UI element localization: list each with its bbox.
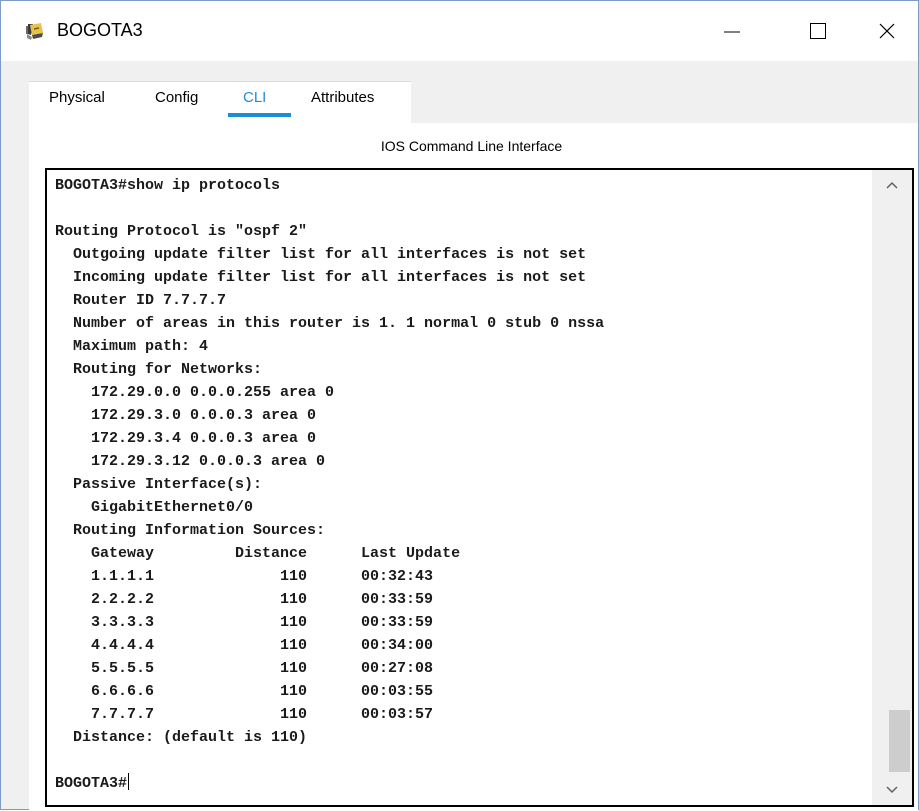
close-button[interactable] [856, 1, 918, 61]
cli-heading: IOS Command Line Interface [380, 138, 563, 154]
cli-terminal[interactable]: BOGOTA3#show ip protocols Routing Protoc… [45, 168, 914, 807]
minimize-button[interactable] [701, 1, 763, 61]
scroll-down-button[interactable] [872, 775, 912, 805]
cli-output[interactable]: BOGOTA3#show ip protocols Routing Protoc… [55, 174, 870, 799]
vertical-scrollbar[interactable] [872, 170, 912, 805]
cli-panel: IOS Command Line Interface BOGOTA3#show … [29, 123, 918, 811]
maximize-icon [810, 23, 826, 39]
title-bar[interactable]: BOGOTA3 [1, 1, 918, 61]
active-tab-indicator [228, 113, 291, 117]
scrollbar-thumb[interactable] [889, 710, 910, 772]
tab-config[interactable]: Config [155, 89, 198, 106]
cli-window: BOGOTA3 Physical Config CLI Attributes I… [0, 0, 919, 811]
close-icon [879, 23, 895, 39]
chevron-up-icon [886, 181, 898, 189]
minimize-icon [724, 31, 740, 33]
packet-tracer-router-icon [26, 23, 43, 40]
tab-physical[interactable]: Physical [49, 89, 105, 106]
chevron-down-icon [886, 786, 898, 794]
cli-output-text: BOGOTA3#show ip protocols Routing Protoc… [55, 177, 605, 792]
tab-strip: Physical Config CLI Attributes [29, 81, 411, 124]
maximize-button[interactable] [787, 1, 849, 61]
window-title: BOGOTA3 [57, 20, 143, 40]
tab-cli[interactable]: CLI [243, 89, 266, 106]
text-cursor [128, 773, 130, 790]
tab-attributes[interactable]: Attributes [311, 89, 374, 106]
scroll-up-button[interactable] [872, 170, 912, 200]
tab-bar: Physical Config CLI Attributes [1, 61, 918, 124]
